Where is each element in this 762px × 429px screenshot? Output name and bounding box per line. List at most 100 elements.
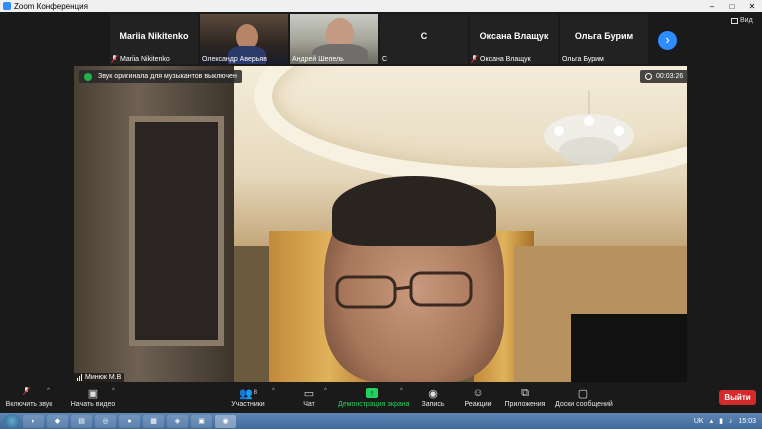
chevron-up-icon[interactable]: ^ bbox=[47, 388, 50, 394]
participant-label: Андрей Шепель bbox=[292, 56, 344, 63]
participant-label: Оксана Влащук bbox=[472, 55, 531, 63]
participant-name: Mariia Nikitenko bbox=[120, 55, 170, 63]
participant-name: Андрей Шепель bbox=[292, 56, 344, 63]
gallery-next-button[interactable]: › bbox=[658, 31, 677, 50]
participants-label: Участники bbox=[231, 401, 265, 408]
participant-name: Олександр Аверьяв bbox=[202, 56, 267, 63]
participant-tile[interactable]: Олександр Аверьяв bbox=[200, 14, 288, 64]
participant-big-name: С bbox=[420, 31, 428, 41]
participant-label: С bbox=[382, 56, 387, 63]
participants-icon: 👥 bbox=[238, 387, 253, 400]
window-title: Zoom Конференция bbox=[14, 1, 88, 11]
mic-muted-icon bbox=[24, 387, 32, 399]
participant-tile[interactable]: Ольга Бурим Ольга Бурим bbox=[560, 14, 648, 64]
apps-button[interactable]: ⧉ Приложения bbox=[504, 385, 546, 409]
taskbar-app-icon[interactable]: ◎ bbox=[95, 414, 116, 428]
participant-tile[interactable]: С С bbox=[380, 14, 468, 64]
participant-tile[interactable]: Оксана Влащук Оксана Влащук bbox=[470, 14, 558, 64]
chat-label: Чат bbox=[303, 401, 315, 408]
window-controls: – □ ✕ bbox=[702, 2, 762, 11]
system-tray: UK ▴ ▮ ♪ 15:03 bbox=[688, 417, 762, 426]
speaker-glasses bbox=[335, 271, 473, 309]
taskbar-app-icon[interactable]: ▦ bbox=[143, 414, 164, 428]
unmute-label: Включить звук bbox=[5, 401, 53, 408]
record-label: Запись bbox=[421, 401, 445, 408]
whiteboards-button[interactable]: ▢ Доски сообщений bbox=[555, 385, 613, 409]
taskbar-zoom-icon[interactable]: ◉ bbox=[215, 414, 236, 428]
volume-icon[interactable]: ♪ bbox=[729, 418, 733, 425]
taskbar-app-icon[interactable]: ◐ bbox=[23, 414, 44, 428]
active-speaker-video bbox=[74, 66, 687, 382]
participant-tile[interactable]: Андрей Шепель bbox=[290, 14, 378, 64]
taskbar-app-icon[interactable]: ▣ bbox=[191, 414, 212, 428]
mic-muted-icon bbox=[472, 55, 478, 63]
start-video-button[interactable]: ▣ Начать видео ^ bbox=[66, 385, 120, 409]
network-icon[interactable]: ▮ bbox=[719, 417, 723, 425]
clock-time[interactable]: 15:03 bbox=[738, 418, 756, 425]
grid-view-icon bbox=[731, 17, 738, 24]
chevron-up-icon[interactable]: ^ bbox=[112, 388, 115, 394]
participants-button[interactable]: 👥 8 Участники ^ bbox=[229, 385, 275, 409]
view-label: Вид bbox=[740, 17, 753, 24]
taskbar-app-icon[interactable]: ● bbox=[119, 414, 140, 428]
windows-start-icon[interactable] bbox=[4, 414, 20, 428]
chevron-up-icon[interactable]: ^ bbox=[400, 388, 403, 394]
start-video-label: Начать видео bbox=[70, 401, 116, 408]
record-icon: ◉ bbox=[428, 387, 438, 400]
participant-name: Ольга Бурим bbox=[562, 56, 604, 63]
share-screen-button[interactable]: ↑ Демонстрация экрана ^ bbox=[338, 385, 410, 408]
reactions-button[interactable]: ☺ Реакции bbox=[464, 385, 492, 408]
zoom-logo-icon bbox=[3, 2, 11, 10]
reaction-smile-icon: ☺ bbox=[472, 387, 484, 399]
video-cabinet-glass bbox=[129, 116, 224, 346]
meeting-timer: 00:03:26 bbox=[640, 70, 689, 83]
chevron-up-icon[interactable]: ^ bbox=[324, 388, 327, 394]
chat-icon: ▭ bbox=[303, 387, 315, 400]
whiteboard-icon: ▢ bbox=[577, 387, 589, 400]
tray-arrow-icon[interactable]: ▴ bbox=[710, 417, 714, 425]
speaker-name-plate: Минюк М.В bbox=[74, 373, 125, 382]
meeting-toolbar: Включить звук ^ ▣ Начать видео ^ 👥 8 Учас… bbox=[0, 383, 762, 413]
windows-taskbar: ◐ ◆ ▤ ◎ ● ▦ ◈ ▣ ◉ UK ▴ ▮ ♪ 15:03 bbox=[0, 413, 762, 429]
participant-label: Олександр Аверьяв bbox=[202, 56, 267, 63]
taskbar-app-icon[interactable]: ◈ bbox=[167, 414, 188, 428]
minimize-button[interactable]: – bbox=[702, 2, 722, 11]
reactions-label: Реакции bbox=[464, 401, 492, 408]
apps-label: Приложения bbox=[504, 401, 546, 408]
taskbar-app-icon[interactable]: ◆ bbox=[47, 414, 68, 428]
chevron-up-icon[interactable]: ^ bbox=[272, 388, 275, 394]
participant-big-name: Оксана Влащук bbox=[479, 31, 549, 41]
shield-check-icon bbox=[84, 72, 92, 81]
maximize-button[interactable]: □ bbox=[722, 2, 742, 11]
participant-label: Ольга Бурим bbox=[562, 56, 604, 63]
view-button[interactable]: Вид bbox=[731, 17, 753, 24]
participant-label: Mariia Nikitenko bbox=[112, 55, 170, 63]
original-sound-notice: Звук оригинала для музыкантов выключен bbox=[79, 70, 242, 83]
unmute-button[interactable]: Включить звук ^ bbox=[5, 385, 53, 408]
apps-icon: ⧉ bbox=[521, 386, 529, 399]
participant-big-name: Ольга Бурим bbox=[574, 31, 634, 41]
share-screen-label: Демонстрация экрана bbox=[338, 401, 410, 408]
participant-tile[interactable]: Mariia Nikitenko Mariia Nikitenko bbox=[110, 14, 198, 64]
video-tv bbox=[571, 314, 687, 382]
close-window-button[interactable]: ✕ bbox=[742, 2, 762, 11]
chat-button[interactable]: ▭ Чат ^ bbox=[300, 385, 327, 409]
signal-bars-icon bbox=[77, 374, 83, 381]
clock-icon bbox=[645, 73, 652, 80]
participant-big-name: Mariia Nikitenko bbox=[119, 31, 189, 41]
taskbar-app-icon[interactable]: ▤ bbox=[71, 414, 92, 428]
chandelier-graphic bbox=[544, 91, 634, 165]
participant-name: С bbox=[382, 56, 388, 63]
participants-count: 8 bbox=[253, 390, 258, 396]
original-sound-text: Звук оригинала для музыкантов выключен bbox=[98, 73, 237, 80]
whiteboards-label: Доски сообщений bbox=[555, 401, 613, 408]
leave-meeting-button[interactable]: Выйти bbox=[719, 390, 756, 405]
speaker-hair bbox=[332, 176, 496, 246]
language-indicator[interactable]: UK bbox=[694, 418, 704, 425]
window-titlebar: Zoom Конференция – □ ✕ bbox=[0, 0, 762, 12]
chevron-right-icon: › bbox=[665, 32, 670, 47]
speaker-name: Минюк М.В bbox=[85, 374, 122, 381]
timer-text: 00:03:26 bbox=[656, 73, 684, 80]
gallery-strip: Mariia Nikitenko Mariia Nikitenko Олекса… bbox=[0, 12, 762, 66]
record-button[interactable]: ◉ Запись bbox=[421, 385, 445, 409]
